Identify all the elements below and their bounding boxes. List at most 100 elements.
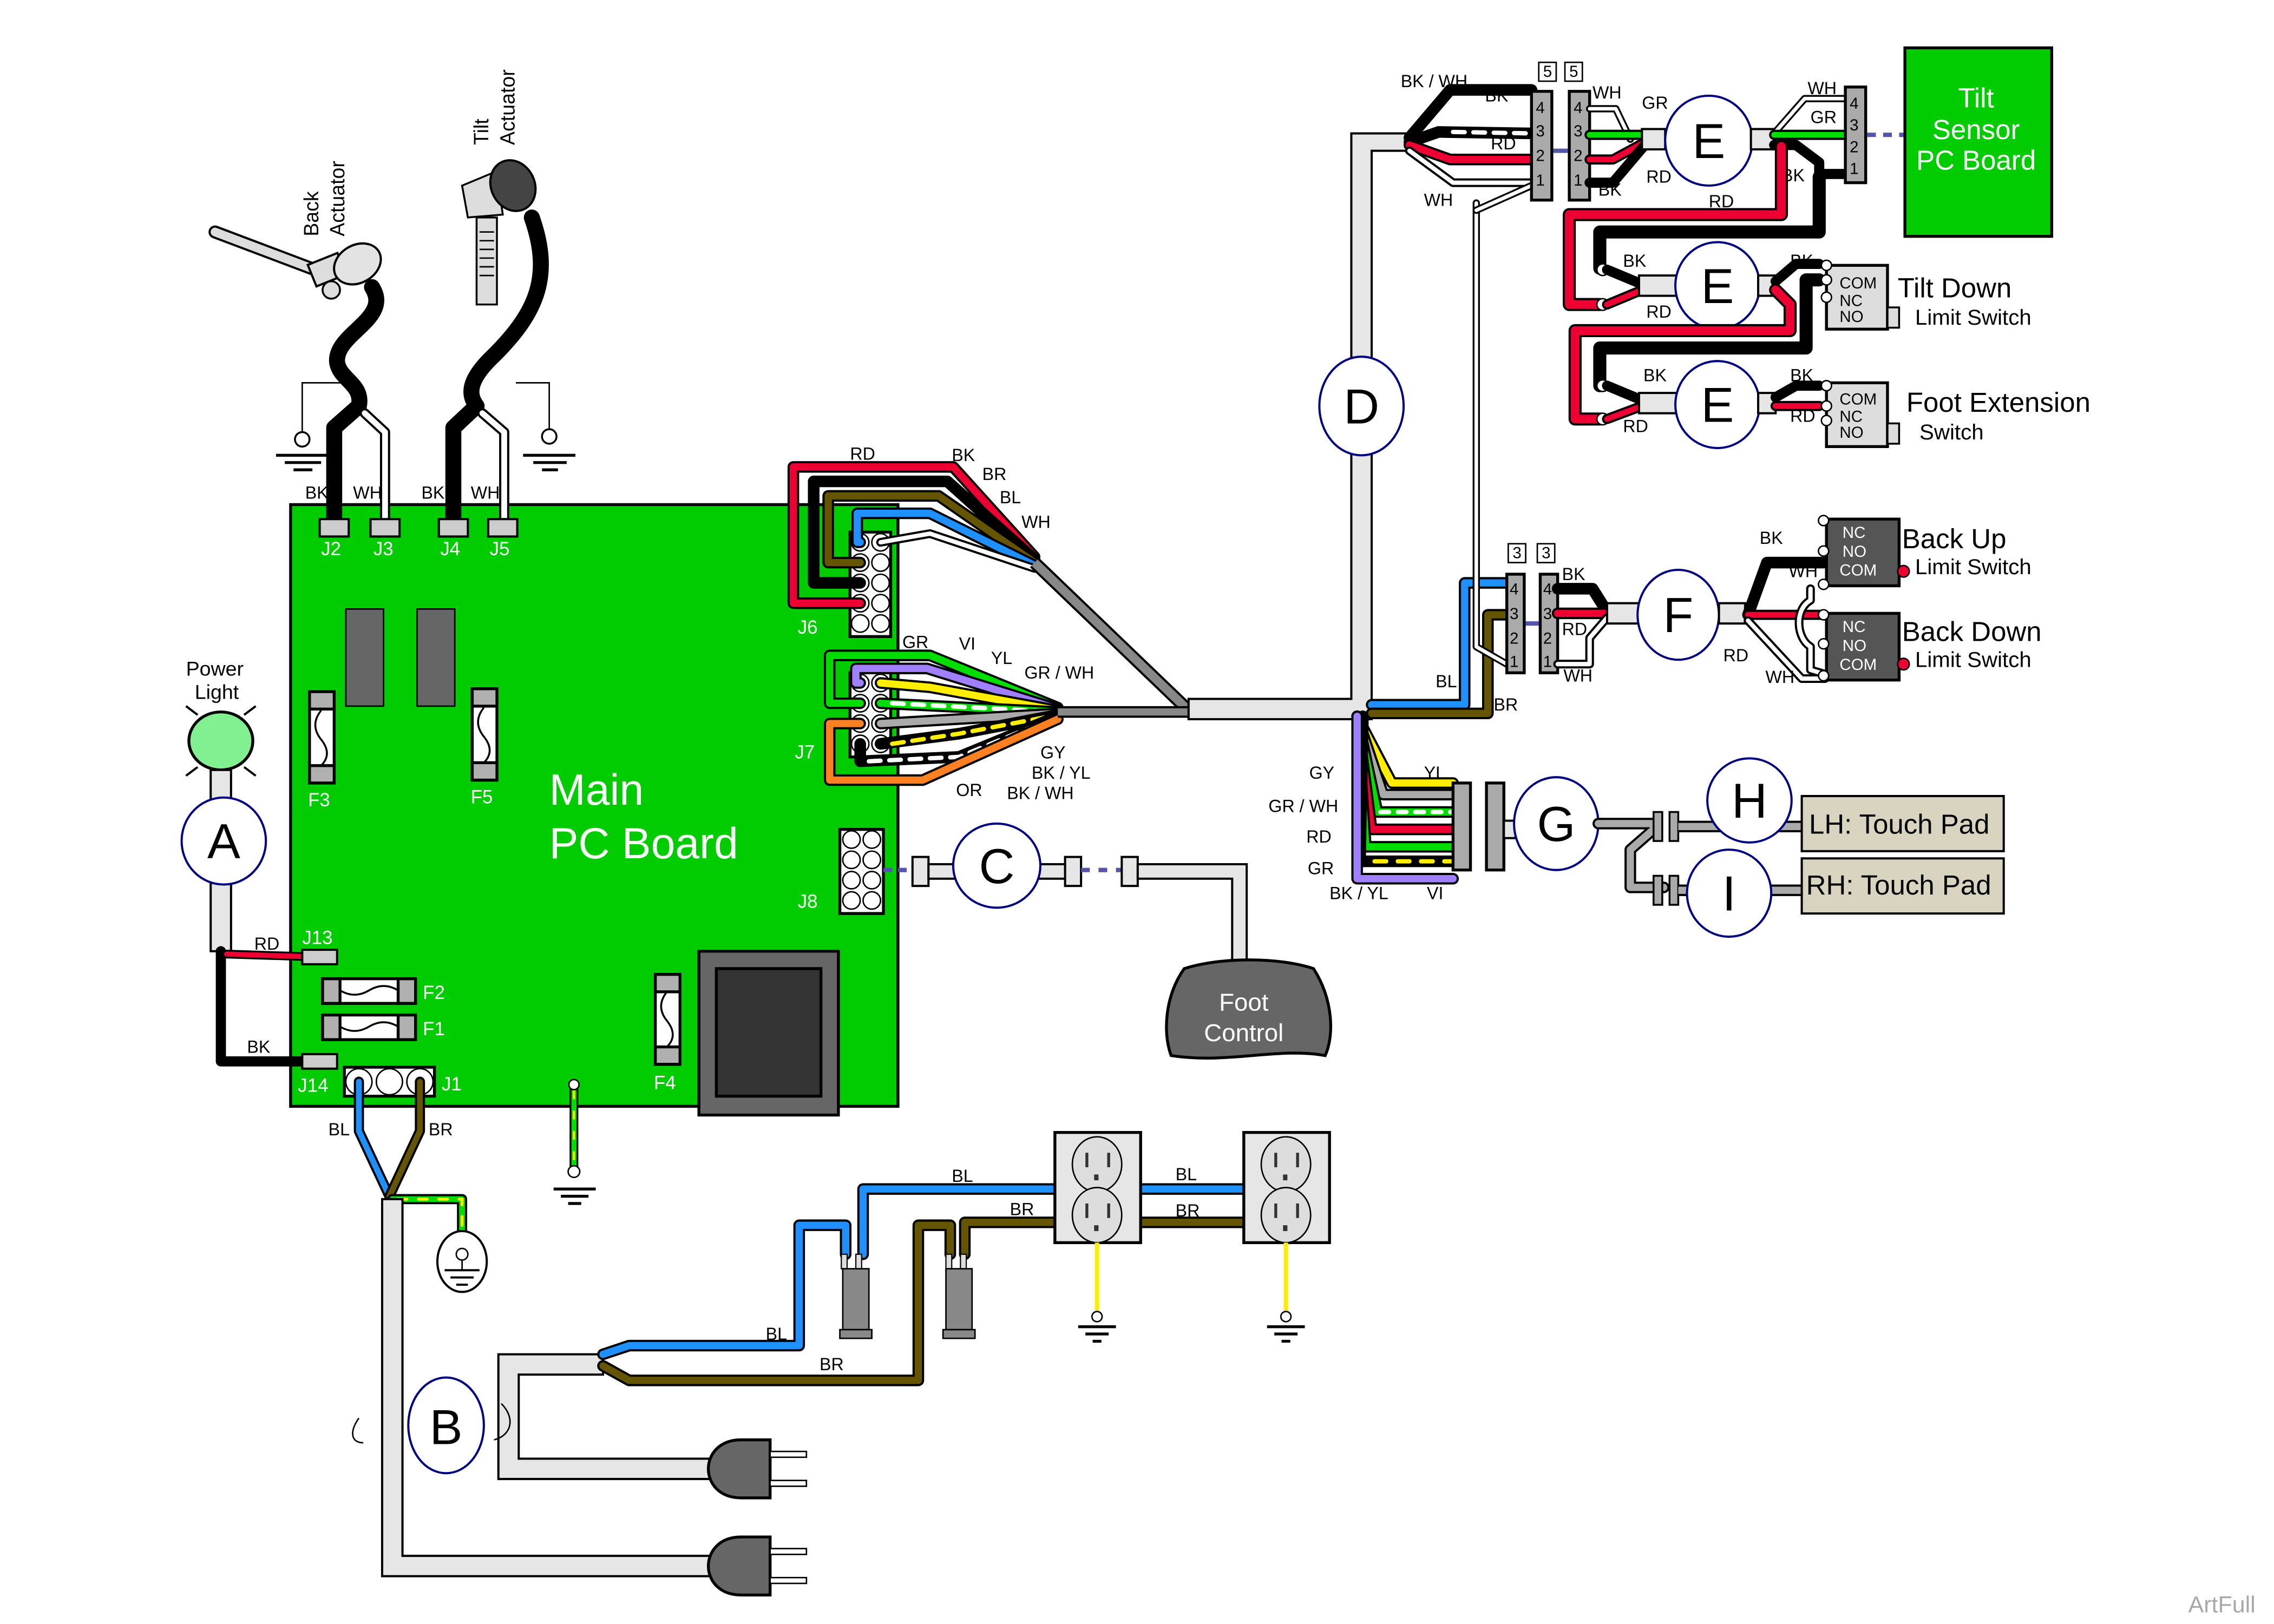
svg-text:1: 1 [1850,160,1858,178]
back-actuator[interactable] [208,225,388,300]
f-harness-connector-left[interactable]: 4 3 2 1 [1505,573,1526,674]
callout-a[interactable]: A [180,796,267,886]
rh-touch-pad[interactable]: RH: Touch Pad [1800,857,2005,915]
callout-e-foot-extension[interactable]: E [1674,360,1761,449]
svg-text:3: 3 [1510,605,1518,623]
svg-text:F: F [1663,588,1694,643]
relay-2 [416,608,456,707]
tilt-sensor-pc-board[interactable]: Tilt Sensor PC Board [1903,46,2053,238]
wire-label-wh-j3: WH [353,483,382,503]
callout-h[interactable]: H [1706,757,1793,844]
svg-text:1: 1 [1536,172,1544,189]
callout-e-tilt-sensor[interactable]: E [1664,94,1754,187]
tilt-wire-label-bk: BK [1485,86,1508,106]
power-light-label-1: Power [186,658,244,680]
fuse-f2: F2 [321,977,445,1005]
relay-1 [345,608,385,707]
f-connector-count-badges: 3 3 [1508,543,1556,563]
back-up-wire-bk: BK [1760,528,1783,548]
svg-text:J2: J2 [321,538,341,560]
svg-text:J13: J13 [302,927,332,948]
f-wire-label-bk: BK [1562,564,1585,584]
tilt-sensor-label-2: Sensor [1932,114,2020,145]
j6-wire-label-br: BR [982,464,1007,484]
callout-e-tilt-down[interactable]: E [1674,241,1761,331]
tilt-down-wire-bk-right: BK [1790,251,1813,271]
tilt-sensor-connector[interactable]: 4 3 2 1 [1844,86,1867,185]
foot-control-label-1: Foot [1219,989,1269,1016]
svg-text:NC: NC [1843,618,1866,636]
sensor-wire-label-wh: WH [1807,78,1837,98]
svg-text:C: C [979,839,1015,894]
j1-label: J1 [442,1074,462,1095]
callout-b[interactable]: B [407,1376,485,1475]
tilt-down-wire-rd: RD [1646,302,1672,321]
foot-ext-wire-rd-left: RD [1623,417,1648,436]
svg-text:NC: NC [1839,292,1863,310]
callout-f[interactable]: F [1636,569,1720,661]
tilt-sensor-count-badges: 5 5 [1538,61,1583,82]
plug-1[interactable] [707,1438,808,1500]
outlet-wire-label-br-3: BR [1176,1201,1200,1220]
j7-wire-label-or: OR [956,780,982,800]
g-wire-label-bk-yl: BK / YL [1329,883,1388,903]
tilt-wire-label-bk-wh: BK / WH [1401,71,1467,91]
tilt-sensor-label-3: PC Board [1916,145,2036,176]
foot-control[interactable]: Foot Control [1165,958,1332,1060]
tilt-wire-label-gr-r: GR [1642,93,1668,113]
callout-g[interactable]: G [1513,776,1600,871]
svg-text:COM: COM [1839,391,1877,409]
svg-text:NC: NC [1839,408,1863,426]
svg-text:4: 4 [1574,99,1582,117]
back-actuator-label-2: Actuator [326,161,349,236]
fuse-f2-label: F2 [423,982,445,1003]
callout-i[interactable]: I [1686,849,1773,938]
fuse-f1-label: F1 [423,1018,445,1040]
connector-j13[interactable]: J13 [301,927,338,965]
j6-wire-label-rd: RD [850,444,875,463]
callout-d[interactable]: D [1318,356,1405,457]
svg-text:5: 5 [1543,63,1552,81]
svg-text:COM: COM [1839,562,1877,580]
svg-text:D: D [1344,379,1379,434]
svg-text:4: 4 [1543,581,1552,599]
svg-text:2: 2 [1574,147,1582,165]
svg-text:3: 3 [1542,544,1550,562]
power-light[interactable] [185,705,257,777]
power-light-wire-bk: BK [247,1037,270,1056]
svg-text:NO: NO [1839,308,1863,326]
tilt-wire-label-rd-r: RD [1646,167,1672,187]
outlet-wire-label-br-1: BR [820,1355,844,1374]
svg-text:4: 4 [1536,99,1544,117]
f-wire-label-rd: RD [1562,620,1588,639]
tilt-down-limit-switch[interactable]: COM NC NO [1820,259,1901,331]
back-up-subtitle: Limit Switch [1915,555,2031,579]
plug-2[interactable] [707,1535,808,1597]
tilt-wire-label-rd: RD [1491,134,1516,153]
back-up-limit-switch[interactable]: NC NO COM [1818,515,1910,590]
svg-text:H: H [1732,773,1767,829]
wire-label-wh-j5: WH [471,483,500,503]
outlet-wire-label-br-2: BR [1010,1199,1034,1219]
j1-wire-label-br: BR [429,1120,453,1139]
svg-text:NC: NC [1843,524,1866,542]
outlet-2[interactable] [1242,1130,1331,1343]
svg-text:J14: J14 [298,1075,328,1096]
svg-text:E: E [1692,114,1725,169]
g-connector[interactable] [1451,781,1505,872]
outlet-1[interactable] [1053,1130,1142,1343]
back-down-title: Back Down [1902,616,2042,647]
tilt-wire-label-wh: WH [1424,190,1453,210]
svg-text:3: 3 [1850,116,1858,134]
svg-text:B: B [430,1400,463,1455]
back-down-limit-switch[interactable]: NC NO COM [1818,609,1910,682]
callout-c[interactable]: C [952,822,1042,909]
lh-touch-pad[interactable]: LH: Touch Pad [1800,795,2005,852]
svg-text:A: A [207,814,240,869]
tilt-actuator-label-1: Tilt [470,119,493,145]
svg-text:G: G [1537,797,1575,852]
j7-wire-label-gy: GY [1040,742,1066,762]
tilt-sensor-harness-connector-left[interactable]: 4 3 2 1 [1530,90,1554,202]
foot-extension-switch[interactable]: COM NC NO [1820,380,1901,448]
j6-wire-label-bl: BL [1000,488,1021,507]
